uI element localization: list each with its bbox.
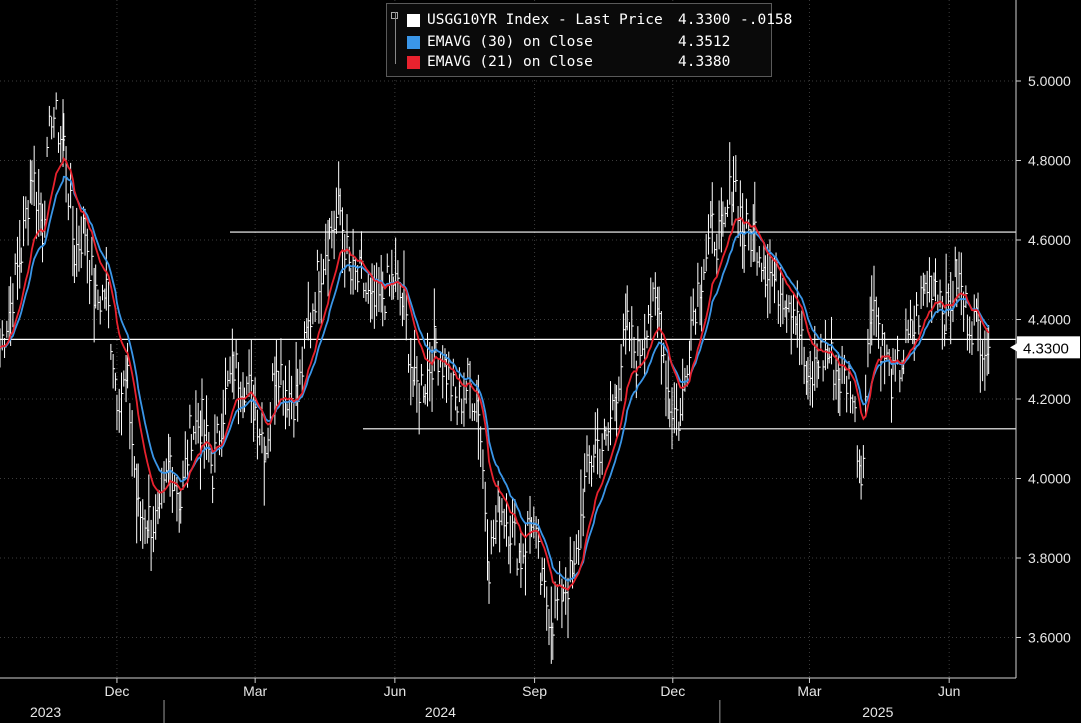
- x-tick-label: Jun: [938, 683, 961, 699]
- legend-value-ema30: 4.3512: [678, 34, 731, 50]
- ema21-line: [0, 156, 990, 592]
- y-tick-label: 4.2000: [1028, 391, 1071, 407]
- y-tick-label: 3.8000: [1028, 550, 1071, 566]
- x-tick-label: Sep: [522, 683, 547, 699]
- legend[interactable]: USGG10YR Index - Last Price 4.3300 -.015…: [386, 3, 792, 77]
- x-tick-label: Dec: [104, 683, 129, 699]
- y-axis-ticks: 3.6000 3.8000 4.0000 4.2000 4.4000 4.6000 4.80…: [1016, 73, 1071, 646]
- legend-label-ema21: EMAVG (21) on Close: [427, 54, 593, 70]
- ema30-layer: [0, 175, 990, 583]
- year-label: 2023: [30, 704, 61, 720]
- x-axis-ticks: Dec Mar Jun Sep Dec Mar Jun 2023 2024 2025: [30, 678, 960, 723]
- chart-canvas: 3.6000 3.8000 4.0000 4.2000 4.4000 4.6000 4.80…: [0, 0, 1080, 723]
- y-tick-label: 4.6000: [1028, 232, 1071, 248]
- legend-label-ema30: EMAVG (30) on Close: [427, 34, 593, 50]
- y-tick-label: 4.8000: [1028, 153, 1071, 169]
- ema21-layer: [0, 156, 990, 592]
- legend-value-ema21: 4.3380: [678, 54, 731, 70]
- legend-label-price: USGG10YR Index - Last Price: [427, 12, 663, 28]
- last-price-tag: 4.3300: [1010, 336, 1080, 359]
- year-label: 2025: [862, 704, 893, 720]
- y-tick-label: 5.0000: [1028, 73, 1071, 89]
- legend-swatch-ema21: [407, 56, 420, 69]
- x-tick-label: Dec: [660, 683, 685, 699]
- price-chart: 3.6000 3.8000 4.0000 4.2000 4.4000 4.6000 4.80…: [0, 0, 1081, 723]
- x-tick-label: Jun: [384, 683, 407, 699]
- y-tick-label: 4.4000: [1028, 312, 1071, 328]
- legend-swatch-ema30: [407, 36, 420, 49]
- price-bars: [0, 92, 991, 664]
- x-tick-label: Mar: [243, 683, 267, 699]
- last-price-tag-pointer: [1010, 343, 1017, 352]
- legend-value-price: 4.3300: [678, 12, 731, 28]
- last-price-tag-label: 4.3300: [1023, 340, 1069, 357]
- y-tick-label: 3.6000: [1028, 630, 1071, 646]
- legend-change-price: -.0158: [740, 12, 793, 28]
- x-tick-label: Mar: [797, 683, 821, 699]
- ema30-line: [0, 175, 990, 583]
- legend-swatch-price: [407, 14, 420, 27]
- y-tick-label: 4.0000: [1028, 471, 1071, 487]
- year-label: 2024: [425, 704, 456, 720]
- legend-tree-line: [395, 12, 403, 64]
